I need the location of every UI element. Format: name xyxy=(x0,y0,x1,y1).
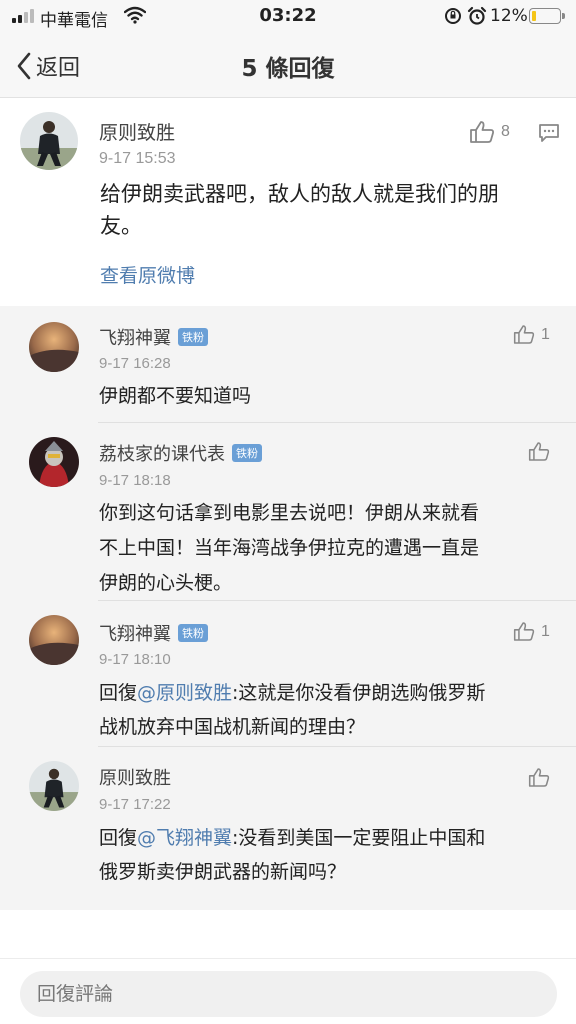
fan-badge: 铁粉 xyxy=(178,624,208,642)
reply-composer xyxy=(0,958,576,1024)
reply-text: 你到这句话拿到电影里去说吧！伊朗从来就看 不上中国！当年海湾战争伊拉克的遭遇一直… xyxy=(99,496,559,601)
reply-text-line: 俄罗斯卖伊朗武器的新闻吗？ xyxy=(99,861,347,883)
like-button[interactable] xyxy=(528,767,556,788)
main-comment: 原则致胜 9-17 15:53 8 给伊朗卖武器吧，敌人的敌人就是我们的朋 友。… xyxy=(0,98,576,306)
reply-text-line: 伊朗的心头梗。 xyxy=(99,572,233,594)
reply-text: 回復@飞翔神翼:没看到美国一定要阻止中国和 俄罗斯卖伊朗武器的新闻吗？ xyxy=(99,821,559,889)
username[interactable]: 荔枝家的课代表 xyxy=(99,444,225,465)
reply-prefix: 回復 xyxy=(99,827,138,849)
avatar[interactable] xyxy=(29,615,79,665)
like-count: 1 xyxy=(541,325,550,343)
avatar[interactable] xyxy=(20,112,78,170)
like-button[interactable]: 1 xyxy=(513,324,550,345)
like-button[interactable] xyxy=(528,441,556,462)
thumbs-up-icon xyxy=(528,442,550,461)
thumbs-up-icon xyxy=(528,768,550,787)
status-bar: 中華電信 03:22 12% xyxy=(0,0,576,34)
timestamp: 9-17 18:18 xyxy=(99,472,171,489)
reply-text-line: :没看到美国一定要阻止中国和 xyxy=(232,827,486,849)
avatar[interactable] xyxy=(29,437,79,487)
battery-percent: 12% xyxy=(490,6,528,26)
comment-text-line: 友。 xyxy=(100,214,142,238)
like-count: 1 xyxy=(541,622,550,640)
reply-text-line: 不上中国！当年海湾战争伊拉克的遭遇一直是 xyxy=(99,537,480,559)
username[interactable]: 原则致胜 xyxy=(99,118,175,145)
thumbs-up-icon xyxy=(470,121,494,143)
reply-prefix: 回復 xyxy=(99,682,138,704)
reply-item: 荔枝家的课代表 铁粉 9-17 18:18 你到这句话拿到电影里去说吧！伊朗从来就… xyxy=(0,423,576,601)
orientation-lock-icon xyxy=(445,8,461,24)
comment-text: 给伊朗卖武器吧，敌人的敌人就是我们的朋 友。 xyxy=(100,178,560,242)
like-count: 8 xyxy=(501,123,510,140)
comment-text-line: 给伊朗卖武器吧，敌人的敌人就是我们的朋 xyxy=(100,182,499,206)
reply-text-line: 战机放弃中国战机新闻的理由？ xyxy=(99,716,366,738)
view-original-link[interactable]: 查看原微博 xyxy=(100,261,195,288)
nav-bar: 返回 5 條回復 xyxy=(0,34,576,98)
fan-badge: 铁粉 xyxy=(178,328,208,346)
like-button[interactable]: 8 xyxy=(469,120,510,144)
avatar[interactable] xyxy=(29,322,79,372)
reply-text-line: 你到这句话拿到电影里去说吧！伊朗从来就看 xyxy=(99,502,480,524)
username[interactable]: 飞翔神翼 xyxy=(99,624,171,645)
username[interactable]: 飞翔神翼 xyxy=(99,328,171,349)
reply-input[interactable] xyxy=(20,971,557,1017)
reply-item: 飞翔神翼 铁粉 9-17 16:28 1 伊朗都不要知道吗 xyxy=(0,306,576,423)
fan-badge: 铁粉 xyxy=(232,444,262,462)
reply-text: 回復@原则致胜:这就是你没看伊朗选购俄罗斯 战机放弃中国战机新闻的理由？ xyxy=(99,676,559,744)
mention-link[interactable]: @飞翔神翼 xyxy=(137,827,232,849)
comment-icon[interactable] xyxy=(538,123,560,143)
alarm-icon xyxy=(467,6,487,25)
avatar[interactable] xyxy=(29,761,79,811)
battery-icon xyxy=(529,8,565,24)
timestamp: 9-17 16:28 xyxy=(99,355,171,372)
reply-item: 原则致胜 9-17 17:22 回復@飞翔神翼:没看到美国一定要阻止中国和 俄罗… xyxy=(0,747,576,910)
timestamp: 9-17 17:22 xyxy=(99,796,171,813)
reply-text-line: :这就是你没看伊朗选购俄罗斯 xyxy=(232,682,486,704)
timestamp: 9-17 18:10 xyxy=(99,651,171,668)
thumbs-up-icon xyxy=(513,325,535,344)
like-button[interactable]: 1 xyxy=(513,621,550,642)
replies-list: 飞翔神翼 铁粉 9-17 16:28 1 伊朗都不要知道吗 荔枝家的课代表 铁粉 9… xyxy=(0,306,576,910)
reply-text: 伊朗都不要知道吗 xyxy=(99,385,252,407)
mention-link[interactable]: @原则致胜 xyxy=(137,682,232,704)
thumbs-up-icon xyxy=(513,622,535,641)
reply-item: 飞翔神翼 铁粉 9-17 18:10 1 回復@原则致胜:这就是你没看伊朗选购俄罗… xyxy=(0,601,576,747)
page-title: 5 條回復 xyxy=(241,56,335,82)
username[interactable]: 原则致胜 xyxy=(99,764,171,790)
timestamp: 9-17 15:53 xyxy=(99,150,176,167)
